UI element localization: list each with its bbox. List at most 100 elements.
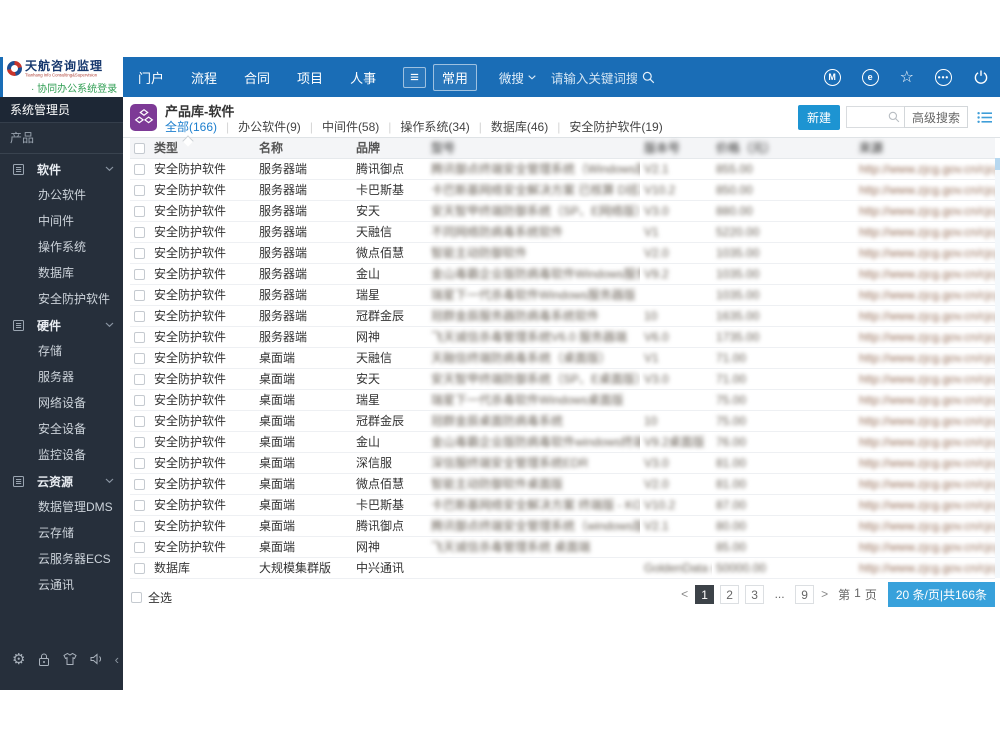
cell-source-link[interactable]: http://www.zjcg.gov.cn/cjcg/	[855, 494, 995, 516]
new-button[interactable]: 新建	[797, 104, 840, 130]
table-row[interactable]: 安全防护软件 桌面端 腾讯御点 腾讯御点终端安全管理系统（windows版）V2…	[130, 515, 995, 537]
top-nav-item[interactable]: 合同	[244, 68, 270, 87]
category-tab[interactable]: 办公软件(9)	[217, 118, 301, 135]
table-row[interactable]: 安全防护软件 服务器端 微点佰慧 智能主动防御软件 V2.0 1035.00 h…	[130, 242, 995, 264]
cell-source-link[interactable]: http://www.zjcg.gov.cn/cjcg/	[855, 284, 995, 306]
table-row[interactable]: 安全防护软件 服务器端 天融信 不同网络防病毒系统软件 V1 5220.00 h…	[130, 221, 995, 243]
sidebar-subitem[interactable]: 服务器	[0, 364, 123, 390]
row-checkbox[interactable]	[134, 436, 145, 448]
cell-source-link[interactable]: http://www.zjcg.gov.cn/cjcg/	[855, 557, 995, 579]
lock-icon[interactable]	[37, 652, 51, 667]
sidebar-subitem[interactable]: 安全设备	[0, 416, 123, 442]
jump-page-input[interactable]: 1	[854, 586, 861, 603]
cell-source-link[interactable]: http://www.zjcg.gov.cn/cjcg/	[855, 389, 995, 411]
col-brand[interactable]: 品牌	[352, 138, 427, 159]
cell-source-link[interactable]: http://www.zjcg.gov.cn/cjcg/	[855, 347, 995, 369]
cell-source-link[interactable]: http://www.zjcg.gov.cn/cjcg/	[855, 326, 995, 348]
collapse-sidebar-icon[interactable]: ‹	[115, 652, 119, 667]
select-all-checkbox[interactable]	[131, 591, 142, 603]
page-number-button[interactable]: ...	[770, 585, 789, 604]
row-checkbox[interactable]	[134, 457, 145, 469]
cell-source-link[interactable]: http://www.zjcg.gov.cn/cjcg/	[855, 515, 995, 537]
cell-source-link[interactable]: http://www.zjcg.gov.cn/cjcg/	[855, 410, 995, 432]
favorite-star-icon[interactable]: ☆	[900, 67, 914, 87]
scrollbar-thumb[interactable]	[995, 158, 1000, 170]
cell-source-link[interactable]: http://www.zjcg.gov.cn/cjcg/	[855, 263, 995, 285]
table-search-input[interactable]	[845, 106, 904, 128]
row-checkbox[interactable]	[134, 373, 145, 385]
category-tab[interactable]: 全部(166)	[165, 118, 217, 135]
sidebar-section-product[interactable]: 产品	[0, 126, 123, 150]
row-checkbox[interactable]	[134, 184, 145, 196]
sidebar-subitem[interactable]: 云服务器ECS	[0, 546, 123, 572]
power-icon[interactable]	[973, 69, 989, 85]
col-type[interactable]: 类型	[150, 138, 255, 159]
page-number-button[interactable]: 9	[795, 584, 815, 604]
row-checkbox[interactable]	[134, 562, 145, 574]
cell-source-link[interactable]: http://www.zjcg.gov.cn/cjcg/	[855, 158, 995, 180]
sidebar-subitem[interactable]: 监控设备	[0, 442, 123, 468]
theme-shirt-icon[interactable]	[62, 652, 78, 666]
top-nav-item[interactable]: 人事	[350, 68, 376, 87]
col-version[interactable]: 版本号	[640, 138, 712, 159]
cell-source-link[interactable]: http://www.zjcg.gov.cn/cjcg/	[855, 473, 995, 495]
cell-source-link[interactable]: http://www.zjcg.gov.cn/cjcg/	[855, 452, 995, 474]
category-tab[interactable]: 操作系统(34)	[379, 118, 469, 135]
table-row[interactable]: 安全防护软件 桌面端 安天 安天智甲终端防御系统（SP、E桌面版） V3.0 7…	[130, 368, 995, 390]
sidebar-subitem[interactable]: 办公软件	[0, 182, 123, 208]
prev-page-button[interactable]: <	[680, 587, 689, 601]
gear-icon[interactable]: ⚙	[12, 652, 25, 667]
table-row[interactable]: 安全防护软件 桌面端 网神 飞天诚信杀毒管理系统 桌面端 85.00 http:…	[130, 536, 995, 558]
apps-menu-button[interactable]: ≡	[403, 66, 426, 88]
sidebar-subitem[interactable]: 数据管理DMS	[0, 494, 123, 520]
table-row[interactable]: 安全防护软件 桌面端 瑞星 瑞星下一代杀毒软件Windows桌面版 75.00 …	[130, 389, 995, 411]
category-tab[interactable]: 数据库(46)	[470, 118, 548, 135]
table-row[interactable]: 安全防护软件 桌面端 冠群金辰 冠群金辰桌面防病毒系统 10 75.00 htt…	[130, 410, 995, 432]
cell-source-link[interactable]: http://www.zjcg.gov.cn/cjcg/	[855, 179, 995, 201]
page-number-button[interactable]: 2	[720, 584, 740, 604]
category-tab[interactable]: 中间件(58)	[301, 118, 379, 135]
search-scope-dropdown[interactable]: 微搜	[499, 68, 536, 87]
enterprise-icon[interactable]: e	[861, 68, 879, 86]
row-checkbox[interactable]	[134, 478, 145, 490]
cell-source-link[interactable]: http://www.zjcg.gov.cn/cjcg/	[855, 221, 995, 243]
category-tab[interactable]: 安全防护软件(19)	[548, 118, 662, 135]
col-model[interactable]: 型号	[427, 138, 640, 159]
table-row[interactable]: 安全防护软件 服务器端 瑞星 瑞星下一代杀毒软件Windows服务器版 1035…	[130, 284, 995, 306]
table-row[interactable]: 安全防护软件 桌面端 天融信 天融信终端防病毒系统（桌面版） V1 71.00 …	[130, 347, 995, 369]
cell-source-link[interactable]: http://www.zjcg.gov.cn/cjcg/	[855, 200, 995, 222]
table-row[interactable]: 安全防护软件 服务器端 卡巴斯基 卡巴斯基网络安全解决方案 已核算 D班次 V1…	[130, 179, 995, 201]
table-row[interactable]: 安全防护软件 服务器端 网神 飞天诚信杀毒管理系统V6.0 服务器端 V6.0 …	[130, 326, 995, 348]
sidebar-subitem[interactable]: 存储	[0, 338, 123, 364]
oa-login-link[interactable]: · 协同办公系统登录	[31, 80, 123, 95]
search-icon[interactable]	[642, 71, 655, 84]
table-row[interactable]: 安全防护软件 服务器端 冠群金辰 冠群金辰服务器防病毒系统软件 10 1635.…	[130, 305, 995, 327]
sidebar-subitem[interactable]: 中间件	[0, 208, 123, 234]
table-row[interactable]: 安全防护软件 桌面端 卡巴斯基 卡巴斯基网络安全解决方案 终端版 - KO...…	[130, 494, 995, 516]
sidebar-subitem[interactable]: 云通讯	[0, 572, 123, 598]
page-number-button[interactable]: 3	[745, 584, 765, 604]
next-page-button[interactable]: >	[820, 587, 829, 601]
row-checkbox[interactable]	[134, 331, 145, 343]
table-row[interactable]: 安全防护软件 服务器端 腾讯御点 腾讯御点终端安全管理系统（Windows版） …	[130, 158, 995, 180]
table-scrollbar[interactable]	[995, 158, 1000, 578]
sidebar-subitem[interactable]: 数据库	[0, 260, 123, 286]
more-icon[interactable]: •••	[935, 68, 952, 86]
cell-source-link[interactable]: http://www.zjcg.gov.cn/cjcg/	[855, 368, 995, 390]
row-checkbox[interactable]	[134, 541, 145, 553]
sidebar-subitem[interactable]: 网络设备	[0, 390, 123, 416]
common-nav-button[interactable]: 常用	[432, 63, 477, 91]
top-nav-item[interactable]: 门户	[138, 68, 164, 87]
table-row[interactable]: 安全防护软件 桌面端 金山 金山毒霸企业版防病毒软件windows终端版 V9.…	[130, 431, 995, 453]
row-checkbox[interactable]	[134, 247, 145, 259]
cell-source-link[interactable]: http://www.zjcg.gov.cn/cjcg/	[855, 536, 995, 558]
advanced-search-button[interactable]: 高级搜索	[903, 106, 968, 128]
table-row[interactable]: 安全防护软件 桌面端 深信服 深信服终端安全管理系统EDR V3.0 81.00…	[130, 452, 995, 474]
sidebar-group-header[interactable]: 软件	[0, 156, 123, 182]
row-checkbox[interactable]	[134, 520, 145, 532]
row-checkbox[interactable]	[134, 394, 145, 406]
select-all-header-checkbox[interactable]	[134, 143, 145, 155]
sound-icon[interactable]	[89, 652, 104, 666]
row-checkbox[interactable]	[134, 289, 145, 301]
col-price[interactable]: 价格（元）	[712, 138, 855, 159]
